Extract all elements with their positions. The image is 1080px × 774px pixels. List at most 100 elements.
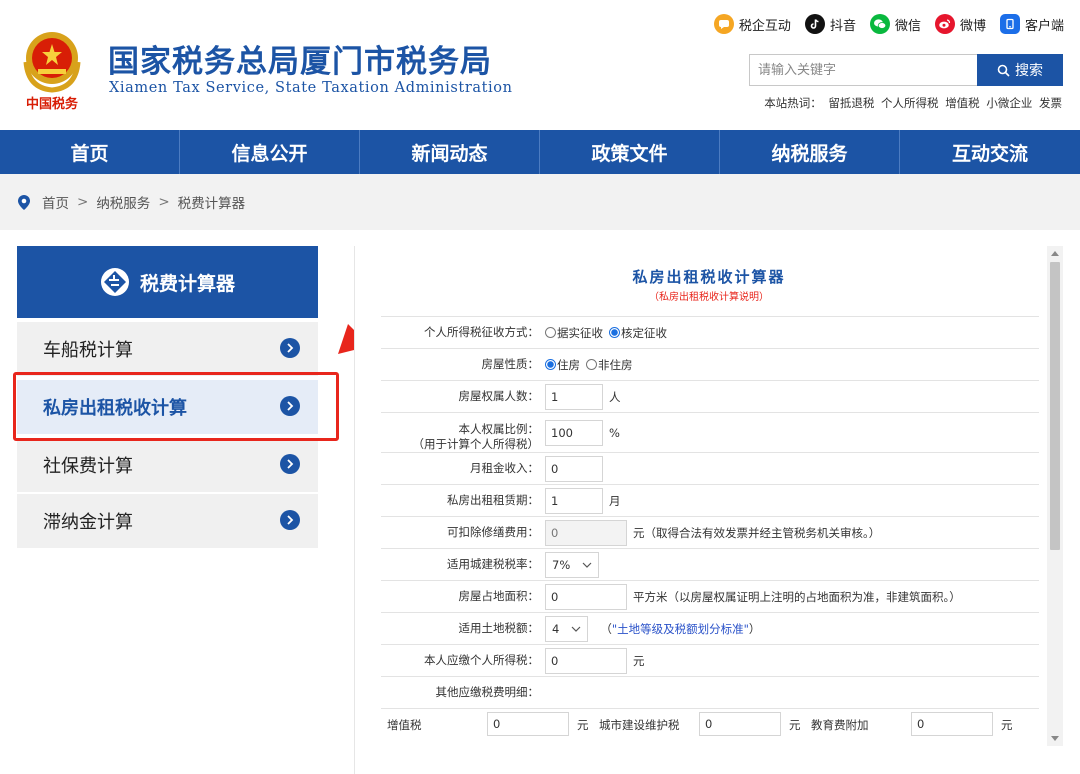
unit-label: % — [609, 425, 620, 440]
edu-surcharge-label: 教育费附加 — [811, 718, 869, 732]
search-input[interactable] — [749, 54, 977, 86]
row-owner-count: 房屋权属人数： 1 人 — [381, 381, 1039, 413]
nav-home[interactable]: 首页 — [0, 130, 180, 174]
toplink-tax-interaction[interactable]: 税企互动 — [713, 14, 791, 34]
highlight-annotation-box — [13, 372, 339, 441]
unit-label: 元 — [1001, 718, 1013, 732]
hot-word-link[interactable]: 小微企业 — [986, 96, 1032, 110]
radio-circle — [609, 327, 620, 338]
row-iit-due: 本人应缴个人所得税： 0 元 — [381, 645, 1039, 677]
radio-circle — [545, 359, 556, 370]
location-pin-icon — [18, 194, 30, 210]
site-title[interactable]: 国家税务总局厦门市税务局 — [108, 36, 492, 81]
calculator-instructions-link[interactable]: （私房出租税收计算说明） — [355, 288, 1063, 303]
radio-non-residential[interactable]: 非住房 — [586, 357, 633, 373]
vat-output: 0 — [487, 712, 569, 736]
breadcrumb-separator: > — [158, 194, 170, 210]
hot-word-link[interactable]: 发票 — [1039, 96, 1062, 110]
row-lease-term: 私房出租租赁期： 1 月 — [381, 485, 1039, 517]
nav-news[interactable]: 新闻动态 — [360, 130, 540, 174]
sidebar-header: 税费计算器 — [17, 246, 318, 318]
nav-tax-service[interactable]: 纳税服务 — [720, 130, 900, 174]
field-label: 月租金收入： — [470, 461, 539, 475]
select-value: 4 — [552, 621, 560, 636]
row-city-tax-rate: 适用城建税税率： 7% — [381, 549, 1039, 581]
scroll-up-arrow-icon[interactable] — [1051, 251, 1059, 256]
field-label: 可扣除修缮费用： — [447, 525, 539, 539]
unit-label: 元（取得合法有效发票并经主管税务机关审核。） — [633, 525, 881, 540]
radio-label: 据实征收 — [557, 325, 603, 340]
nav-interaction[interactable]: 互动交流 — [900, 130, 1080, 174]
breadcrumb-home[interactable]: 首页 — [42, 192, 69, 212]
hot-word-link[interactable]: 留抵退税 — [828, 96, 874, 110]
row-other-taxes: 增值税 0 元 城市建设维护税 0 元 教育费附加 0 元 — [381, 709, 1039, 741]
sidebar-item-late-fee[interactable]: 滞纳金计算 — [17, 494, 318, 548]
radio-actual-levy[interactable]: 据实征收 — [545, 325, 603, 341]
land-tax-select[interactable]: 4 — [545, 615, 589, 642]
radio-label: 核定征收 — [621, 325, 667, 340]
logo-text: 中国税务 — [26, 96, 79, 112]
field-label-main: 本人权属比例： — [458, 422, 540, 436]
radio-residential[interactable]: 住房 — [545, 357, 580, 373]
chevron-right-icon — [280, 338, 300, 358]
unit-label: 人 — [609, 389, 621, 404]
nav-policy[interactable]: 政策文件 — [540, 130, 720, 174]
app-client-icon — [999, 14, 1020, 34]
toplink-label: 微博 — [959, 18, 986, 34]
hot-word-link[interactable]: 增值税 — [945, 96, 980, 110]
city-tax-output: 0 — [699, 712, 781, 736]
field-label: 房屋占地面积： — [458, 589, 540, 603]
row-iit-method: 个人所得税征收方式： 据实征收 核定征收 — [381, 317, 1039, 349]
scrollbar-thumb[interactable] — [1050, 262, 1060, 550]
weibo-icon — [934, 14, 955, 34]
search-icon — [997, 64, 1010, 77]
unit-label: 元 — [577, 718, 589, 732]
select-value: 7% — [552, 557, 571, 572]
scroll-down-arrow-icon[interactable] — [1051, 736, 1059, 741]
land-area-input[interactable]: 0 — [545, 583, 627, 610]
search-button[interactable]: 搜索 — [977, 54, 1063, 86]
chevron-right-icon — [280, 510, 300, 530]
panel-scrollbar[interactable] — [1047, 246, 1063, 746]
toplink-app-client[interactable]: 客户端 — [999, 14, 1064, 34]
chevron-down-icon — [582, 562, 592, 568]
national-emblem-logo[interactable]: 中国税务 — [16, 22, 88, 114]
field-label: 本人应缴个人所得税： — [424, 653, 539, 667]
toplink-douyin[interactable]: 抖音 — [804, 14, 856, 34]
monthly-rent-input[interactable]: 0 — [545, 455, 603, 482]
nav-info-disclosure[interactable]: 信息公开 — [180, 130, 360, 174]
hot-word-link[interactable]: 个人所得税 — [881, 96, 939, 110]
field-label: 适用城建税税率： — [447, 557, 539, 571]
toplink-weibo[interactable]: 微博 — [934, 14, 986, 34]
land-grade-standard-link[interactable]: "土地等级及税额划分标准" — [612, 622, 749, 636]
sidebar-title: 税费计算器 — [139, 272, 235, 295]
breadcrumb: 首页 > 纳税服务 > 税费计算器 — [18, 192, 245, 212]
owner-count-input[interactable]: 1 — [545, 383, 603, 410]
city-tax-rate-select[interactable]: 7% — [545, 551, 600, 578]
top-links: 税企互动 抖音 微信 微博 客户端 — [713, 14, 1064, 34]
sidebar-item-vehicle-tax[interactable]: 车船税计算 — [17, 322, 318, 376]
search-box: 搜索 — [749, 54, 1063, 86]
toplink-wechat[interactable]: 微信 — [869, 14, 921, 34]
field-label: 房屋权属人数： — [458, 389, 540, 403]
calculator-panel: 私房出租税收计算器 （私房出租税收计算说明） 个人所得税征收方式： 据实征收 核… — [354, 246, 1064, 774]
toplink-label: 微信 — [894, 18, 921, 34]
hot-words-label: 本站热词： — [764, 96, 822, 110]
lease-term-input[interactable]: 1 — [545, 487, 603, 514]
row-land-tax: 适用土地税额： 4 （"土地等级及税额划分标准"） — [381, 613, 1039, 645]
main-nav: 首页 信息公开 新闻动态 政策文件 纳税服务 互动交流 — [0, 130, 1080, 174]
vat-label: 增值税 — [387, 718, 422, 732]
row-monthly-rent: 月租金收入： 0 — [381, 453, 1039, 485]
toplink-label: 抖音 — [829, 18, 856, 34]
repair-cost-input[interactable]: 0 — [545, 519, 627, 546]
radio-assessed-levy[interactable]: 核定征收 — [609, 325, 667, 341]
breadcrumb-tax-service[interactable]: 纳税服务 — [96, 192, 150, 212]
radio-label: 非住房 — [598, 357, 633, 372]
land-tax-note: （"土地等级及税额划分标准"） — [600, 621, 760, 637]
radio-label: 住房 — [557, 357, 580, 372]
ownership-ratio-input[interactable]: 100 — [545, 419, 603, 446]
sidebar-item-social-security[interactable]: 社保费计算 — [17, 438, 318, 492]
breadcrumb-calculator[interactable]: 税费计算器 — [178, 192, 246, 212]
chat-icon — [713, 14, 734, 34]
unit-label: 平方米（以房屋权属证明上注明的占地面积为准，非建筑面积。） — [633, 589, 961, 604]
